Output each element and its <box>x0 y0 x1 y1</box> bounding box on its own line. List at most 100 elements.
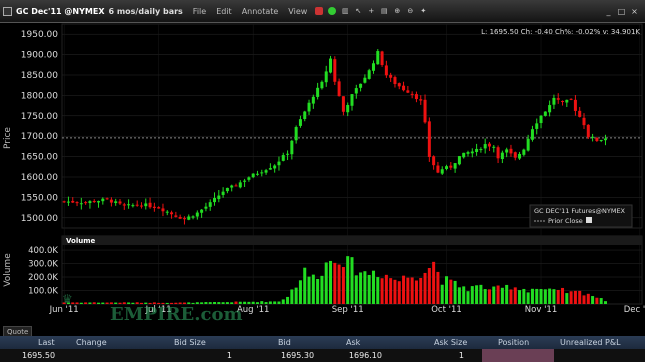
candle-body <box>603 138 607 141</box>
settings-icon[interactable]: ✦ <box>419 7 427 15</box>
candle-body <box>247 177 251 180</box>
candle-body <box>475 148 479 152</box>
value-bid[interactable]: 1695.30 <box>238 349 316 362</box>
candle-body <box>354 88 358 94</box>
price-chart[interactable]: 1950.00 1900.00 1850.00 1800.00 1750.00 1700.… <box>0 22 645 326</box>
chart-timeframe[interactable]: 6 mos/daily bars <box>108 7 182 16</box>
candle-body <box>552 97 556 105</box>
value-bid-size: 1 <box>226 351 232 360</box>
candlesticks <box>62 49 607 225</box>
candle-body <box>208 202 212 207</box>
volume-bar <box>457 287 461 304</box>
candle-body <box>500 152 504 160</box>
window-menu-icon[interactable] <box>3 6 12 16</box>
legend-prior-close-label: Prior Close <box>548 217 583 225</box>
candle-body <box>114 201 118 204</box>
volume-bar <box>582 295 586 304</box>
menu-file[interactable]: File <box>193 7 206 16</box>
volume-bar <box>329 260 333 304</box>
quote-header: Last Change Bid Size Bid Ask Ask Size Po… <box>0 336 645 349</box>
volume-bar <box>440 284 444 304</box>
candle-body <box>75 202 79 204</box>
candle-body <box>273 165 277 169</box>
value-ask[interactable]: 1696.10 <box>316 349 386 362</box>
candle-body <box>341 96 345 112</box>
volume-bar <box>595 297 599 304</box>
minimize-button[interactable]: _ <box>604 7 613 16</box>
candle-body <box>62 201 66 203</box>
volume-bar <box>496 285 500 304</box>
candle-body <box>402 85 406 91</box>
candle-body <box>161 208 165 212</box>
zoom-in-icon[interactable]: ⊕ <box>393 7 401 15</box>
green-circle-icon[interactable] <box>328 7 337 15</box>
candle-body <box>243 180 247 182</box>
candle-body <box>79 203 83 205</box>
volume-bar <box>243 301 247 304</box>
volume-bar <box>591 296 595 304</box>
candle-body <box>440 169 444 174</box>
candle-body <box>324 71 328 83</box>
volume-bar <box>402 275 406 304</box>
candle-body <box>88 201 92 204</box>
volume-bar <box>324 262 328 304</box>
candle-body <box>105 198 109 200</box>
volume-bar <box>509 289 513 304</box>
price-tick-label: 1600.00 <box>21 173 58 183</box>
volume-bar <box>84 302 88 304</box>
volume-bar <box>410 277 414 304</box>
price-tick-label: 1500.00 <box>21 214 58 224</box>
volume-bar <box>79 302 83 304</box>
price-axis-label: Price <box>3 127 13 149</box>
time-tick-label: Jun '11 <box>49 305 79 315</box>
bars-icon[interactable]: ▥ <box>341 7 349 15</box>
candle-body <box>462 152 466 158</box>
candle-body <box>251 173 255 178</box>
value-last: 1695.50 <box>22 351 56 360</box>
legend-checkbox[interactable] <box>586 217 592 223</box>
time-tick-label: Nov '11 <box>525 305 557 315</box>
candle-body <box>182 218 186 220</box>
volume-bar <box>307 276 311 304</box>
chart-icon[interactable]: ▤ <box>380 7 388 15</box>
value-ask-size: 1 <box>458 351 464 360</box>
price-tick-label: 1950.00 <box>21 30 58 40</box>
crosshair-icon[interactable]: + <box>367 7 375 15</box>
volume-bar <box>88 302 92 304</box>
candle-body <box>573 99 577 111</box>
candle-body <box>595 137 599 141</box>
volume-bar <box>453 280 457 304</box>
volume-bar <box>384 274 388 304</box>
volume-axis: 400.0K 300.0K 200.0K 100.0K <box>28 246 58 296</box>
volume-bar <box>552 289 556 304</box>
menu-edit[interactable]: Edit <box>216 7 232 16</box>
candle-body <box>509 148 513 154</box>
quote-row[interactable]: 1695.50 1 1695.30 1696.10 1 <box>0 349 645 362</box>
candle-body <box>303 111 307 119</box>
candle-body <box>470 151 474 154</box>
menu-annotate[interactable]: Annotate <box>242 7 279 16</box>
candle-body <box>548 105 552 113</box>
maximize-button[interactable]: □ <box>617 7 626 16</box>
candle-body <box>213 198 217 203</box>
volume-bar <box>423 272 427 304</box>
header-bid: Bid <box>278 338 291 347</box>
candle-body <box>599 139 603 141</box>
candle-body <box>410 93 414 95</box>
volume-bar <box>251 301 255 304</box>
close-button[interactable]: × <box>630 7 639 16</box>
volume-bar <box>487 289 491 304</box>
cursor-icon[interactable]: ↖ <box>354 7 362 15</box>
zoom-out-icon[interactable]: ⊖ <box>406 7 414 15</box>
candle-body <box>225 187 229 192</box>
candle-body <box>230 185 234 188</box>
candle-body <box>423 99 427 123</box>
candle-body <box>513 152 517 158</box>
volume-bar <box>337 264 341 304</box>
candle-body <box>148 202 152 208</box>
value-position <box>482 349 554 362</box>
menu-view[interactable]: View <box>288 7 307 16</box>
candle-body <box>268 168 272 170</box>
candle-body <box>178 216 182 219</box>
record-icon[interactable] <box>315 7 324 15</box>
